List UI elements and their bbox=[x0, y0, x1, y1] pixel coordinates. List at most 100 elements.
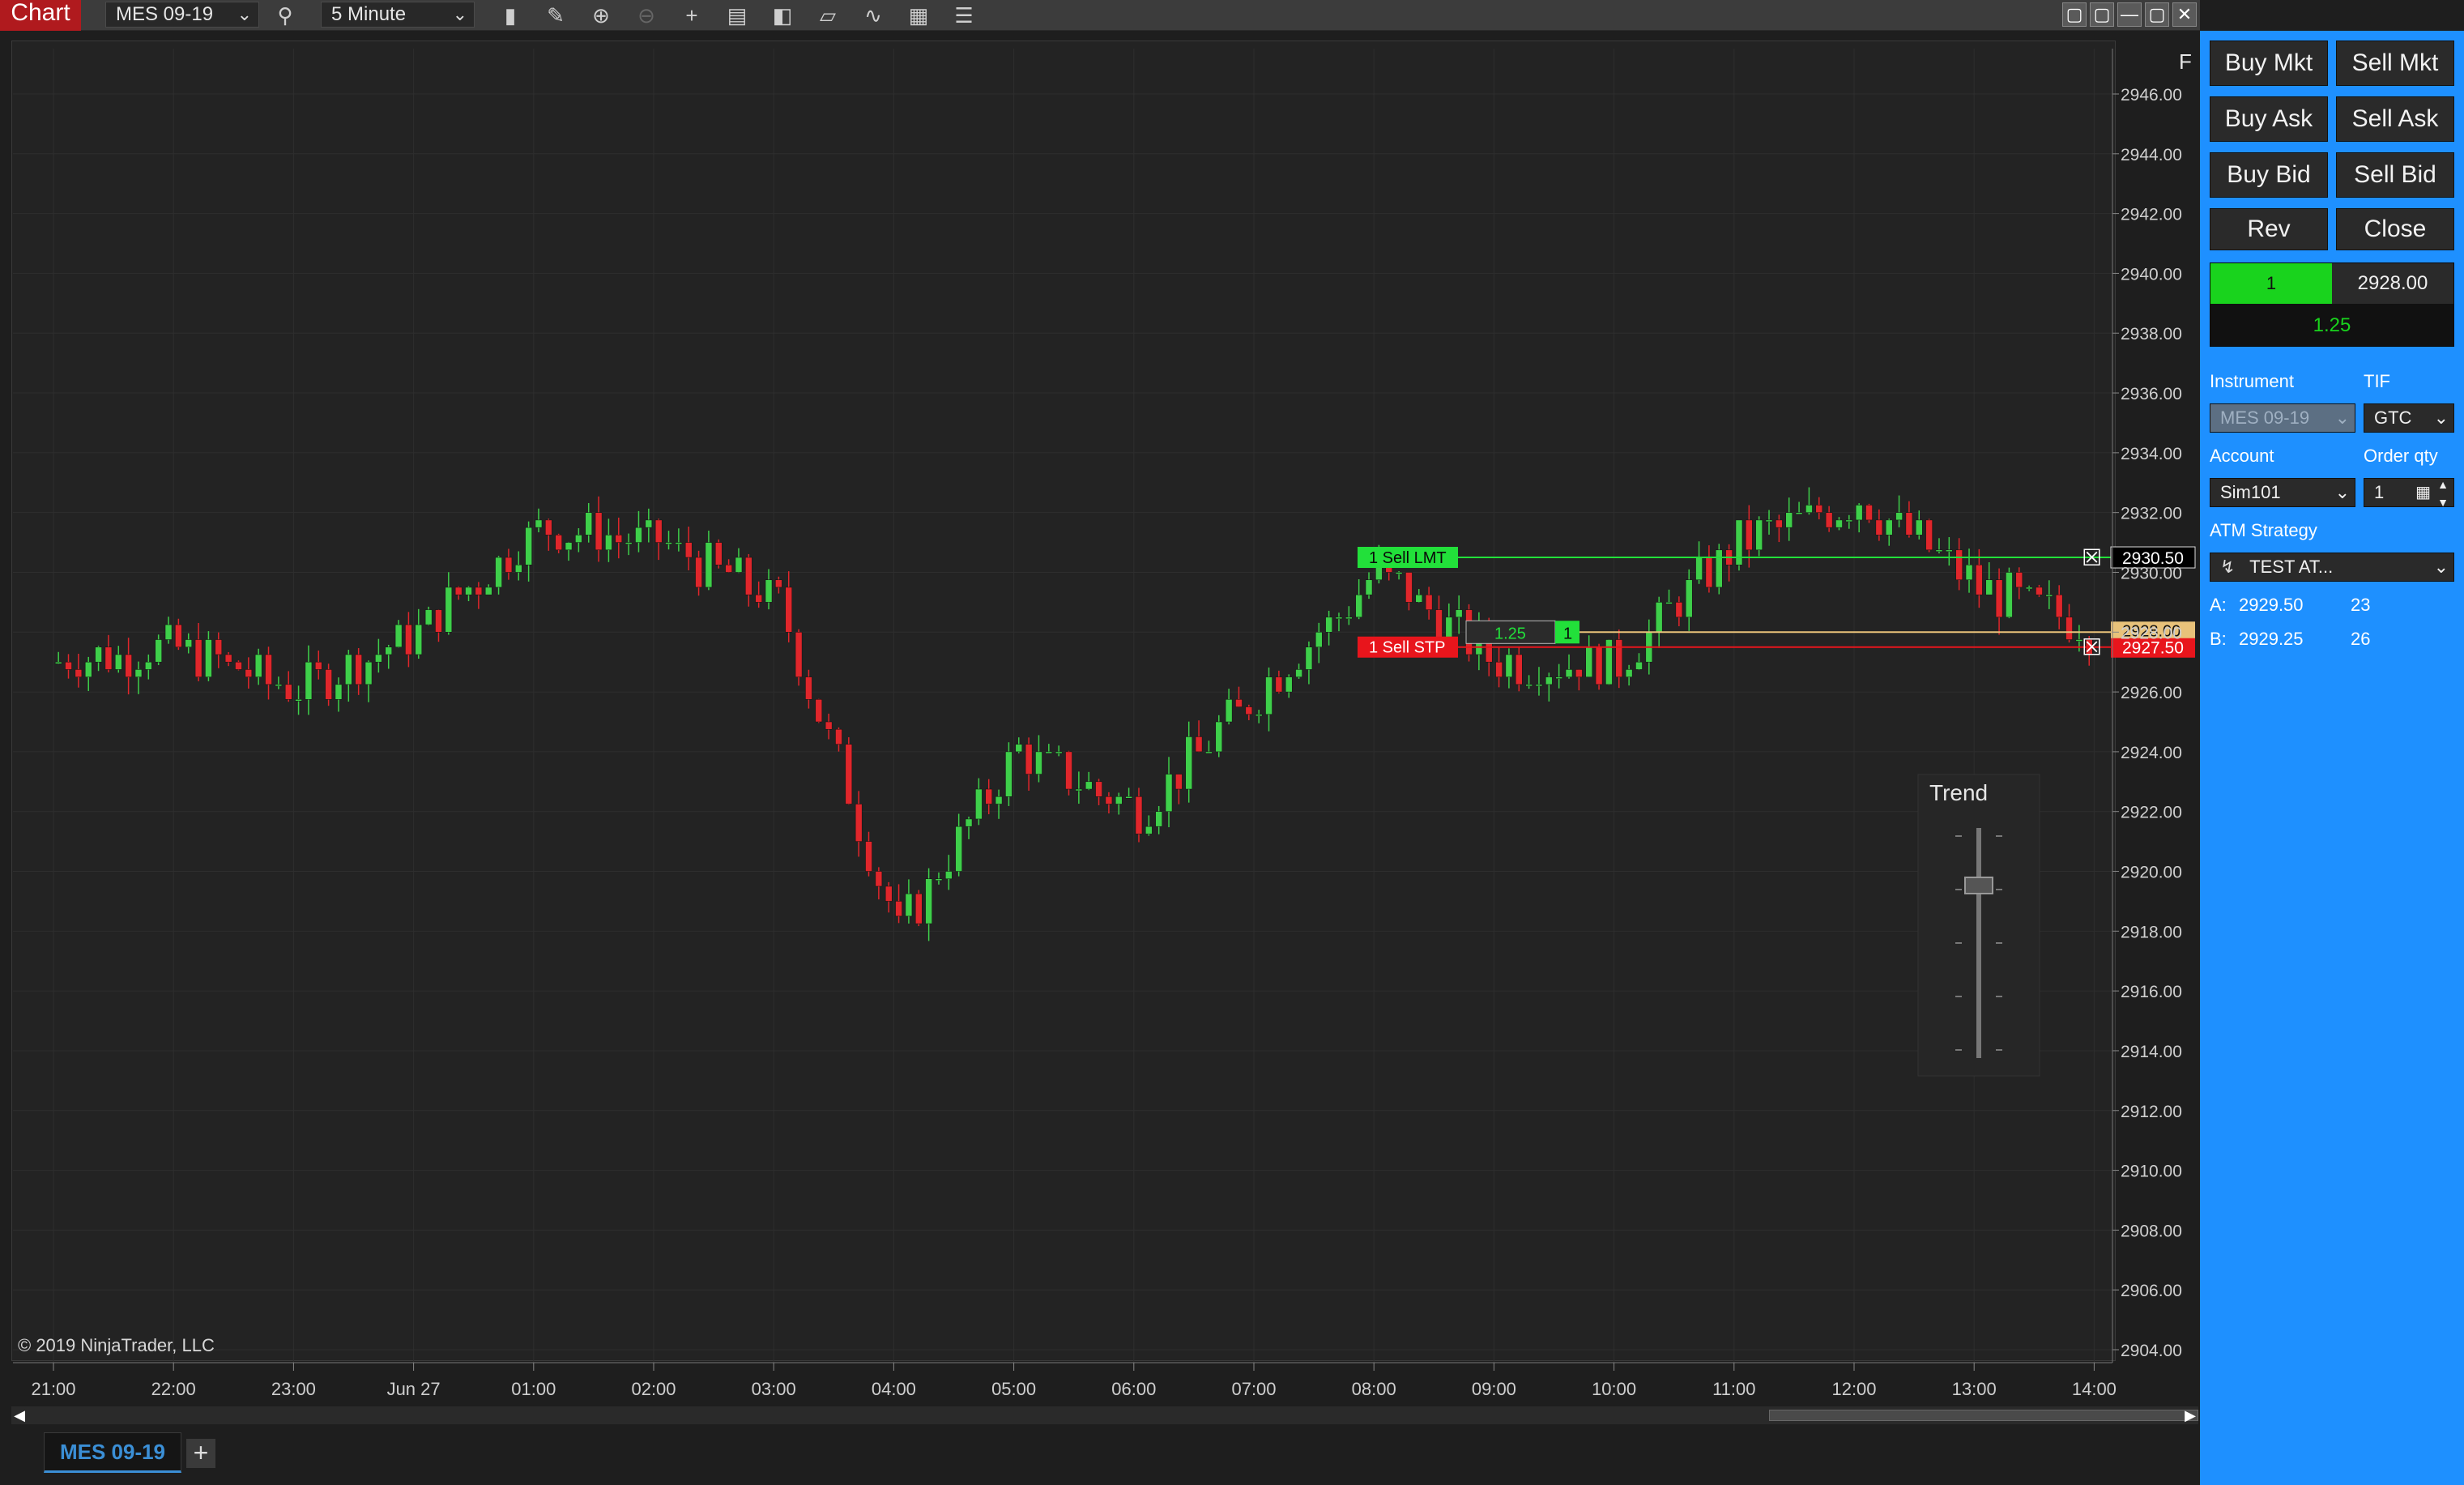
candle-body bbox=[1535, 684, 1543, 687]
time-axis-label: 08:00 bbox=[1352, 1379, 1396, 1399]
candle-body bbox=[1655, 602, 1663, 633]
candle-body bbox=[2045, 594, 2053, 597]
price-axis-label: 2936.00 bbox=[2121, 385, 2182, 403]
instrument-dropdown-value: MES 09-19 bbox=[2220, 408, 2310, 428]
trend-widget[interactable]: Trend bbox=[1917, 774, 2040, 1077]
candle-body bbox=[995, 796, 1003, 804]
candle-body bbox=[1295, 669, 1302, 677]
time-axis-label: 04:00 bbox=[872, 1379, 916, 1399]
time-axis-label: 02:00 bbox=[631, 1379, 676, 1399]
calculator-icon[interactable]: ▦ bbox=[2415, 479, 2431, 506]
sell-mkt-button[interactable]: Sell Mkt bbox=[2336, 41, 2454, 86]
candle-body bbox=[1035, 751, 1042, 775]
candle-body bbox=[194, 639, 202, 677]
scroll-thumb[interactable] bbox=[1769, 1410, 2198, 1421]
chevron-down-icon: ⌄ bbox=[2334, 482, 2350, 502]
atm-strategy-label: ATM Strategy bbox=[2210, 520, 2317, 540]
position-display: 1 2928.00 1.25 bbox=[2210, 262, 2454, 347]
horizontal-scrollbar[interactable]: ◀ ▶ bbox=[11, 1406, 2198, 1424]
stepper-arrows-icon[interactable]: ▲ ▼ bbox=[2437, 476, 2449, 511]
scroll-left-icon[interactable]: ◀ bbox=[11, 1406, 28, 1424]
candle-body bbox=[164, 624, 173, 640]
time-axis-label: 22:00 bbox=[151, 1379, 196, 1399]
candle-body bbox=[1445, 617, 1453, 640]
candle-body bbox=[1255, 714, 1263, 717]
candle-body bbox=[1755, 519, 1763, 551]
candle-body bbox=[284, 684, 292, 700]
price-axis-label: 2946.00 bbox=[2121, 86, 2182, 105]
candle-body bbox=[1805, 505, 1813, 513]
candle-body bbox=[705, 542, 713, 588]
price-axis-label: 2908.00 bbox=[2121, 1222, 2182, 1240]
cancel-order-icon: ☒ bbox=[2082, 634, 2102, 661]
buy-mkt-button[interactable]: Buy Mkt bbox=[2210, 41, 2328, 86]
bid-price: 2929.25 bbox=[2239, 629, 2304, 649]
candle-body bbox=[1135, 796, 1143, 834]
ask-label: A: bbox=[2210, 595, 2227, 615]
trend-slider-handle[interactable] bbox=[1964, 877, 1993, 894]
candle-body bbox=[1155, 811, 1162, 827]
cancel-order-icon: ☒ bbox=[2082, 544, 2102, 571]
candle-body bbox=[2065, 617, 2073, 640]
price-axis-label: 2944.00 bbox=[2121, 146, 2182, 164]
price-axis-label: 2940.00 bbox=[2121, 265, 2182, 284]
price-axis-label: 2914.00 bbox=[2121, 1043, 2182, 1061]
candle-body bbox=[775, 579, 782, 588]
instrument-dropdown: MES 09-19 ⌄ bbox=[2210, 403, 2355, 433]
tab-bar: MES 09-19 + bbox=[0, 1427, 2200, 1485]
candle-body bbox=[845, 744, 853, 804]
candle-body bbox=[1145, 826, 1153, 834]
reverse-button[interactable]: Rev bbox=[2210, 208, 2328, 250]
buy-ask-button[interactable]: Buy Ask bbox=[2210, 96, 2328, 142]
candle-body bbox=[535, 519, 543, 528]
add-tab-button[interactable]: + bbox=[186, 1439, 215, 1468]
candle-body bbox=[805, 676, 812, 700]
time-axis-label: 07:00 bbox=[1231, 1379, 1276, 1399]
candle-body bbox=[565, 542, 573, 551]
candle-body bbox=[1395, 572, 1403, 574]
candle-body bbox=[595, 512, 603, 551]
chart-corner-label[interactable]: F bbox=[2179, 49, 2192, 74]
time-axis-label: 11:00 bbox=[1712, 1379, 1755, 1399]
scroll-right-icon[interactable]: ▶ bbox=[2182, 1406, 2198, 1424]
candle-body bbox=[925, 878, 932, 924]
close-position-button[interactable]: Close bbox=[2336, 208, 2454, 250]
candle-body bbox=[1665, 602, 1673, 604]
axes: 2946.00 2944.00 2942.00 2940.00 2938.00 2936.… bbox=[13, 49, 2182, 1399]
order-qty-value: 1 bbox=[2374, 482, 2385, 502]
candle-body bbox=[855, 804, 863, 842]
time-axis-label: Jun 27 bbox=[387, 1379, 441, 1399]
account-dropdown-value: Sim101 bbox=[2220, 482, 2281, 502]
tif-dropdown-value: GTC bbox=[2374, 408, 2412, 428]
tif-dropdown[interactable]: GTC ⌄ bbox=[2364, 403, 2454, 433]
candle-body bbox=[575, 535, 582, 543]
candle-body bbox=[495, 557, 502, 588]
candle-body bbox=[795, 632, 803, 677]
candle-body bbox=[155, 639, 162, 663]
candle-body bbox=[1235, 699, 1243, 707]
trend-widget-title: Trend bbox=[1929, 780, 1988, 805]
tab-mes-09-19[interactable]: MES 09-19 bbox=[44, 1432, 181, 1473]
candle-body bbox=[585, 512, 592, 536]
candle-body bbox=[605, 535, 612, 551]
sell-ask-button[interactable]: Sell Ask bbox=[2336, 96, 2454, 142]
candle-body bbox=[654, 519, 663, 543]
candle-body bbox=[1455, 609, 1463, 618]
buy-bid-button[interactable]: Buy Bid bbox=[2210, 152, 2328, 198]
candle-body bbox=[1025, 744, 1033, 775]
atm-strategy-dropdown[interactable]: ↯ TEST AT... ⌄ bbox=[2210, 553, 2454, 582]
candle-body bbox=[2025, 587, 2033, 590]
sell-bid-button[interactable]: Sell Bid bbox=[2336, 152, 2454, 198]
order-qty-stepper[interactable]: 1 ▦ ▲ ▼ bbox=[2364, 478, 2454, 509]
atm-strategy-value: TEST AT... bbox=[2249, 557, 2334, 577]
account-dropdown[interactable]: Sim101 ⌄ bbox=[2210, 478, 2355, 507]
candle-body bbox=[1275, 676, 1283, 693]
price-axis-label: 2922.00 bbox=[2121, 804, 2182, 822]
price-chart[interactable]: 1 Sell LMT 2930.50☒1.25 1 2928.001 Sell STP… bbox=[0, 0, 2200, 1406]
candle-body bbox=[1746, 519, 1753, 551]
candle-body bbox=[1995, 579, 2003, 618]
candle-body bbox=[335, 684, 343, 700]
account-label: Account bbox=[2210, 446, 2274, 466]
candle-body bbox=[65, 661, 72, 670]
time-axis-label: 03:00 bbox=[752, 1379, 796, 1399]
